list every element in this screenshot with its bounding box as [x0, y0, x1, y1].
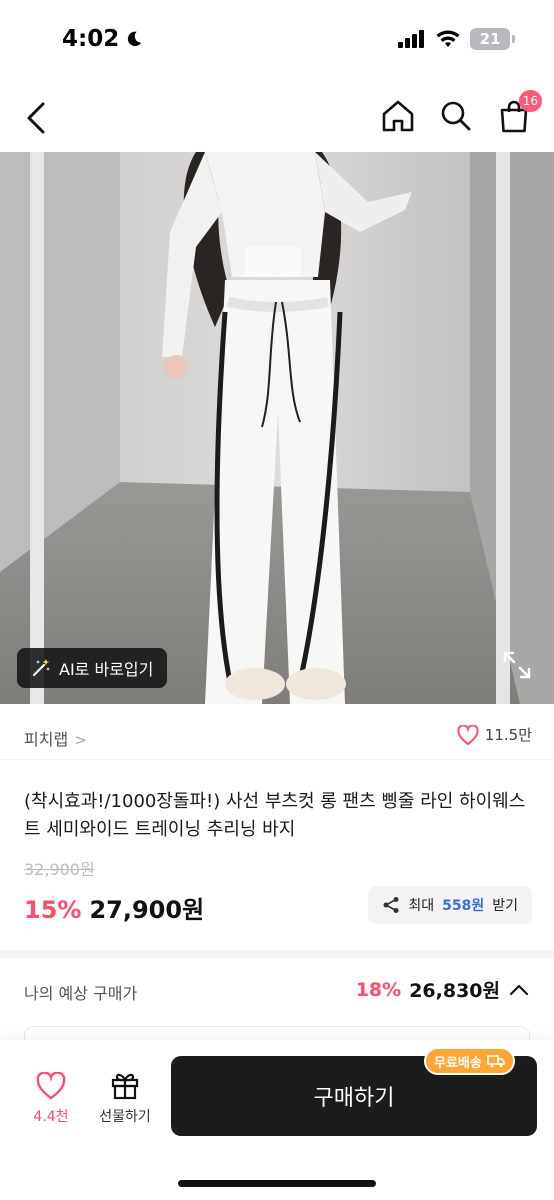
time-text: 4:02: [62, 26, 120, 52]
home-indicator: [178, 1180, 376, 1187]
original-price: 32,900원: [24, 860, 95, 879]
free-shipping-badge: 무료배송: [424, 1047, 515, 1075]
product-photo[interactable]: AI로 바로입기: [0, 152, 554, 704]
truck-icon: [487, 1055, 505, 1068]
magic-wand-icon: [32, 659, 50, 677]
status-bar: 4:02 21: [0, 0, 554, 80]
heart-icon: [36, 1072, 66, 1100]
expected-price: 26,830원: [409, 980, 500, 1002]
gift-button[interactable]: 선물하기: [92, 1070, 158, 1126]
signal-icon: [398, 30, 424, 48]
heart-icon: [457, 724, 479, 745]
like-count: 11.5만: [484, 726, 532, 744]
bottom-action-bar: 4.4천 선물하기 구매하기 무료배송: [0, 1040, 554, 1200]
wishlist-button[interactable]: 4.4천: [22, 1072, 80, 1126]
product-title: (착시효과!/1000장돌파!) 사선 부츠컷 롱 팬츠 삥줄 라인 하이웨스트…: [24, 791, 526, 840]
cart-count-badge: 16: [518, 90, 542, 112]
status-time: 4:02: [62, 26, 143, 52]
product-photo-illustration: [0, 152, 554, 704]
section-divider: [0, 950, 554, 958]
nav-actions: 16: [380, 90, 542, 136]
battery-icon: 21: [470, 28, 515, 50]
sale-price: 27,900원: [89, 896, 205, 924]
chevron-right-icon: >: [74, 731, 87, 749]
free-shipping-label: 무료배송: [434, 1055, 482, 1071]
wishlist-count: 4.4천: [33, 1109, 69, 1125]
like-button[interactable]: 11.5만: [457, 724, 532, 745]
buy-label: 구매하기: [313, 1086, 395, 1111]
ai-try-on-label: AI로 바로입기: [59, 660, 154, 679]
ai-try-on-button[interactable]: AI로 바로입기: [17, 648, 168, 688]
back-button[interactable]: [18, 96, 54, 140]
home-button[interactable]: [380, 96, 416, 136]
expected-price-values: 18% 26,830원: [356, 976, 530, 1003]
top-nav: 16: [0, 88, 554, 148]
chevron-up-icon[interactable]: [508, 983, 530, 997]
share-suffix: 받기: [492, 898, 518, 914]
chevron-left-icon: [27, 102, 45, 134]
discount-rate: 15%: [24, 896, 82, 924]
brand-link[interactable]: 피치랩 >: [24, 726, 87, 750]
brand-name: 피치랩: [24, 730, 69, 749]
cart-button[interactable]: 16: [496, 90, 542, 136]
price-row: 15% 27,900원: [24, 890, 204, 925]
wifi-icon: [436, 30, 460, 47]
expected-price-row[interactable]: 나의 예상 구매가 18% 26,830원: [0, 960, 554, 1020]
share-icon: [383, 897, 399, 913]
share-points-button[interactable]: 최대 558원 받기: [368, 886, 532, 924]
search-button[interactable]: [438, 96, 474, 136]
search-icon: [441, 101, 471, 131]
share-prefix: 최대: [408, 898, 435, 914]
status-icons: 21: [398, 28, 515, 50]
home-icon: [382, 100, 414, 132]
expected-price-label: 나의 예상 구매가: [24, 984, 138, 1003]
expand-icon[interactable]: [502, 650, 532, 680]
battery-level: 21: [479, 30, 501, 48]
gift-label: 선물하기: [99, 1109, 151, 1125]
moon-icon: [128, 31, 142, 47]
expected-discount: 18%: [355, 978, 402, 1001]
brand-row: 피치랩 > 11.5만: [0, 712, 554, 760]
gift-icon: [111, 1073, 139, 1100]
share-points: 558원: [442, 898, 485, 914]
